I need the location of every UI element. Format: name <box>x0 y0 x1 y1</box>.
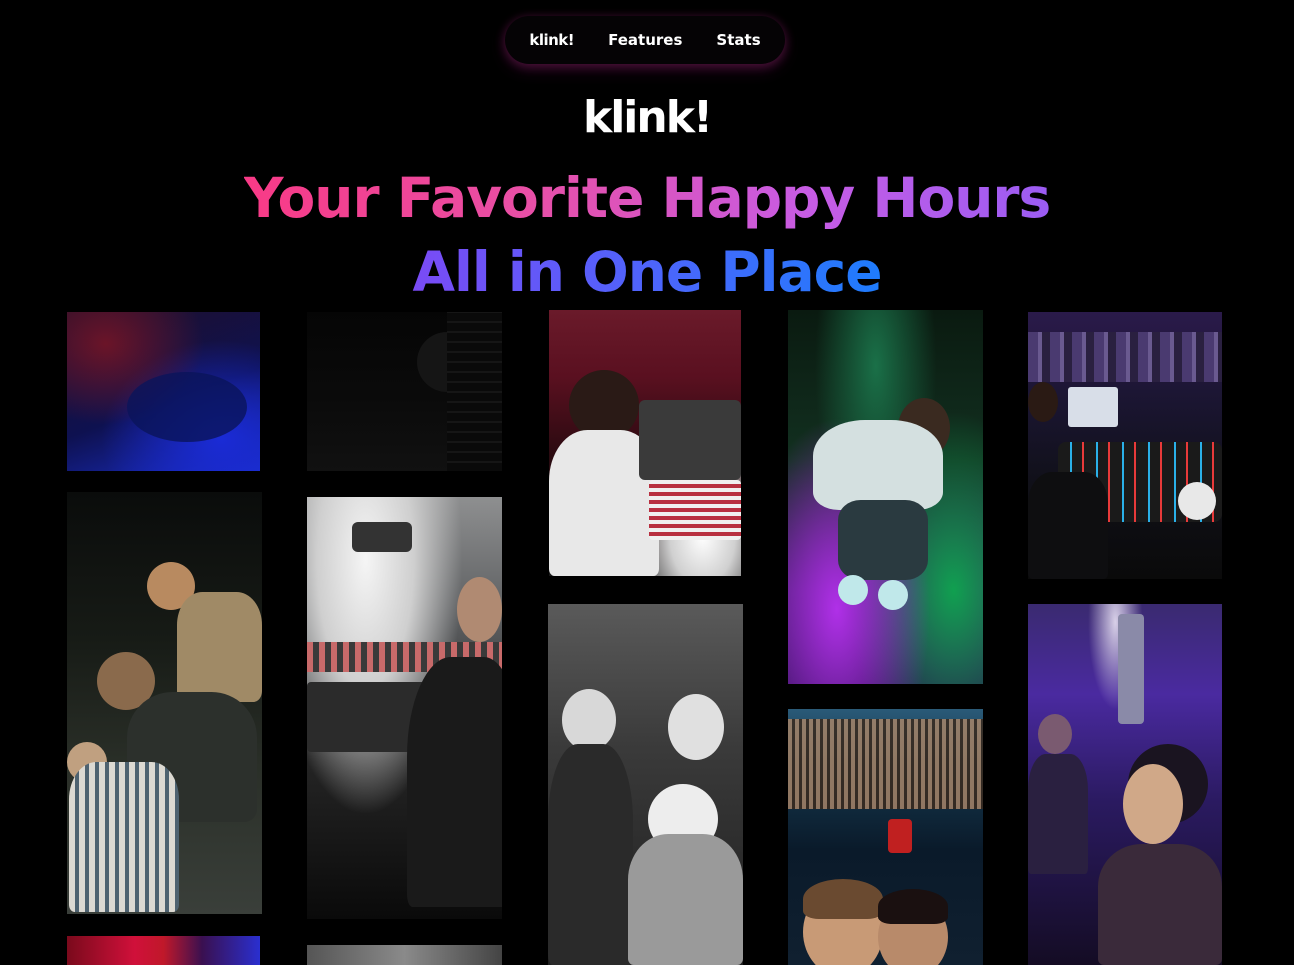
nav-link-stats[interactable]: Stats <box>716 31 760 49</box>
figure-shape <box>1068 387 1118 427</box>
figure-shape <box>352 522 412 552</box>
gallery-photo[interactable] <box>67 492 262 914</box>
figure-shape <box>639 400 741 480</box>
figure-shape <box>888 819 912 853</box>
figure-shape <box>803 879 883 919</box>
figure-shape <box>177 592 262 702</box>
headline-line-1: Your Favorite Happy Hours <box>243 166 1052 230</box>
gallery-photo[interactable] <box>1028 604 1222 965</box>
figure-shape <box>878 889 948 924</box>
gallery-photo[interactable] <box>1028 312 1222 579</box>
figure-shape <box>1098 844 1222 965</box>
figure-shape <box>838 575 868 605</box>
gallery-photo[interactable] <box>67 936 260 965</box>
nav-logo[interactable]: klink! <box>529 31 574 49</box>
figure-shape <box>127 372 247 442</box>
figure-shape <box>628 834 743 965</box>
figure-shape <box>838 500 928 580</box>
figure-shape <box>878 580 908 610</box>
gallery-photo[interactable] <box>548 604 743 965</box>
headline-line-2: All in One Place <box>412 240 882 304</box>
figure-shape <box>1178 482 1216 520</box>
figure-shape <box>788 719 983 809</box>
figure-shape <box>457 577 502 642</box>
figure-shape <box>1123 764 1183 844</box>
gallery-photo[interactable] <box>788 310 983 684</box>
hero-headline: Your Favorite Happy Hours All in One Pla… <box>0 165 1294 313</box>
figure-shape <box>1028 332 1222 382</box>
gallery-photo[interactable] <box>307 312 502 471</box>
figure-shape <box>1038 714 1072 754</box>
figure-shape <box>649 480 741 540</box>
figure-shape <box>69 762 179 912</box>
gallery-photo[interactable] <box>307 945 502 965</box>
top-nav: klink! Features Stats <box>505 16 785 64</box>
figure-shape <box>1118 614 1144 724</box>
brand-logo: klink! <box>582 92 713 143</box>
figure-shape <box>813 420 943 510</box>
figure-shape <box>1028 382 1058 422</box>
figure-shape <box>668 694 724 760</box>
figure-shape <box>548 744 633 965</box>
gallery-photo[interactable] <box>67 312 260 471</box>
nav-link-features[interactable]: Features <box>608 31 682 49</box>
figure-shape <box>1028 754 1088 874</box>
gallery-photo[interactable] <box>307 497 502 919</box>
gallery-photo[interactable] <box>549 310 741 576</box>
figure-shape <box>447 312 502 471</box>
landing-page: klink! Features Stats klink! Your Favori… <box>0 0 1294 965</box>
figure-shape <box>1028 472 1108 579</box>
figure-shape <box>562 689 616 751</box>
figure-shape <box>407 657 502 907</box>
gallery-photo[interactable] <box>788 709 983 965</box>
